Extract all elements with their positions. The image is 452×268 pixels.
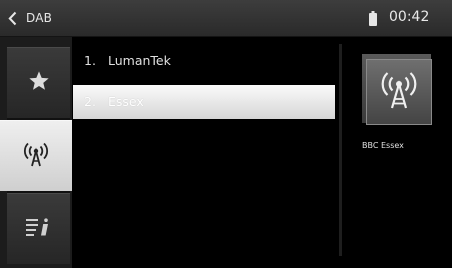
station-number: 2. bbox=[84, 94, 96, 109]
tab-favorites[interactable] bbox=[7, 47, 70, 118]
list-item[interactable]: 1. LumanTek bbox=[73, 44, 335, 78]
station-number: 1. bbox=[84, 53, 96, 68]
station-logo bbox=[366, 59, 432, 125]
star-icon bbox=[28, 70, 50, 96]
station-label: LumanTek bbox=[107, 53, 171, 68]
page-title: DAB bbox=[26, 11, 53, 25]
tab-stations[interactable] bbox=[0, 120, 72, 191]
tab-info[interactable] bbox=[7, 193, 70, 264]
status-bar: DAB 00:42 bbox=[0, 0, 452, 37]
battery-icon bbox=[369, 11, 377, 26]
scrollbar[interactable] bbox=[339, 44, 342, 256]
broadcast-antenna-icon bbox=[379, 70, 419, 114]
station-name: BBC Essex bbox=[362, 141, 404, 150]
station-detail: BBC Essex bbox=[350, 44, 452, 244]
list-item[interactable]: 2. Essex bbox=[73, 85, 335, 119]
chevron-left-icon bbox=[8, 11, 17, 26]
station-list: 1. LumanTek 2. Essex bbox=[73, 44, 335, 258]
clock: 00:42 bbox=[389, 9, 430, 25]
text-info-icon bbox=[25, 218, 52, 240]
tab-column bbox=[0, 37, 72, 268]
station-label: Essex bbox=[107, 94, 144, 109]
back-button[interactable]: DAB bbox=[8, 7, 52, 29]
broadcast-antenna-icon bbox=[21, 141, 51, 171]
